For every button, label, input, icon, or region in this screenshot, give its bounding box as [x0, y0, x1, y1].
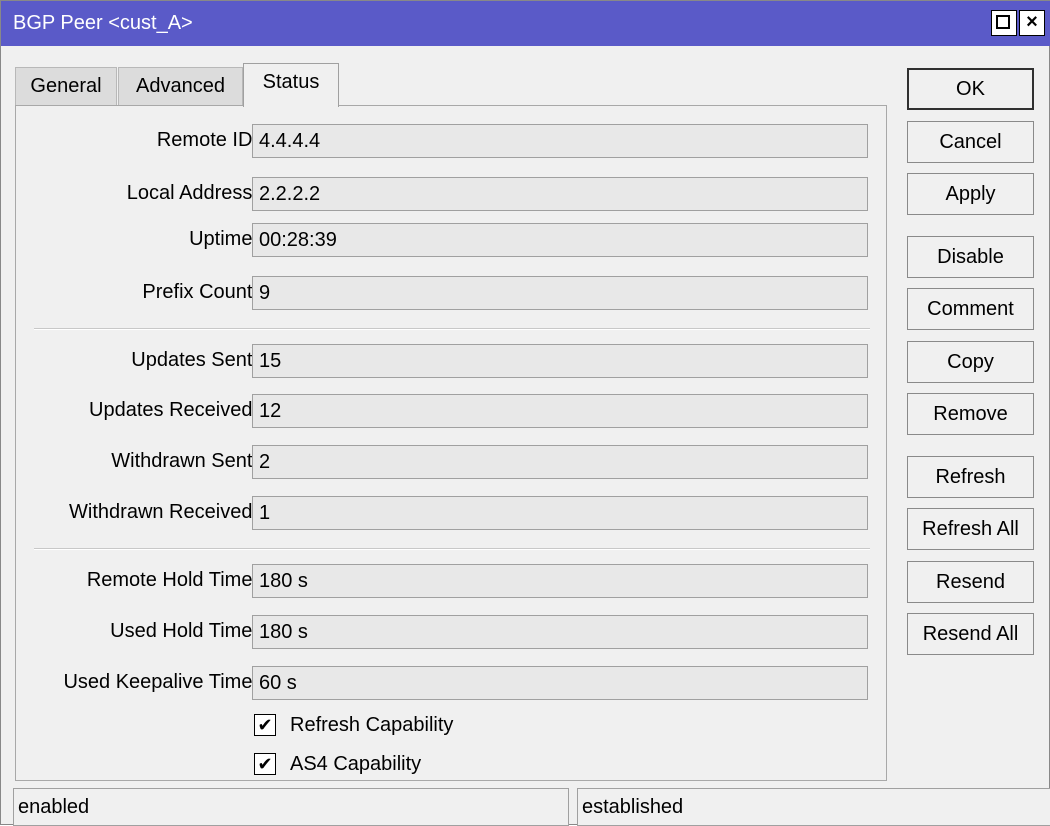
refresh-capability-label: Refresh Capability	[290, 714, 454, 736]
status-established: established	[577, 788, 1050, 826]
bgp-peer-window: BGP Peer <cust_A> × General Advanced Sta…	[0, 0, 1050, 826]
section-divider	[34, 328, 870, 330]
uptime-row: Uptime: 00:28:39	[16, 223, 888, 257]
refresh-capability-checkbox[interactable]: ✔	[254, 714, 276, 736]
used-hold-time-row: Used Hold Time: 180 s	[16, 615, 888, 649]
remote-id-field[interactable]: 4.4.4.4	[252, 124, 868, 158]
updates-received-row: Updates Received: 12	[16, 394, 888, 428]
apply-button[interactable]: Apply	[907, 173, 1034, 215]
withdrawn-sent-row: Withdrawn Sent: 2	[16, 445, 888, 479]
uptime-field[interactable]: 00:28:39	[252, 223, 868, 257]
as4-capability-checkbox[interactable]: ✔	[254, 753, 276, 775]
cancel-button[interactable]: Cancel	[907, 121, 1034, 163]
prefix-count-label: Prefix Count:	[142, 281, 258, 303]
remove-button[interactable]: Remove	[907, 393, 1034, 435]
disable-button[interactable]: Disable	[907, 236, 1034, 278]
close-icon[interactable]: ×	[1019, 10, 1045, 36]
withdrawn-received-row: Withdrawn Received: 1	[16, 496, 888, 530]
remote-id-row: Remote ID: 4.4.4.4	[16, 124, 888, 158]
withdrawn-received-field[interactable]: 1	[252, 496, 868, 530]
resend-button[interactable]: Resend	[907, 561, 1034, 603]
copy-button[interactable]: Copy	[907, 341, 1034, 383]
prefix-count-field[interactable]: 9	[252, 276, 868, 310]
remote-hold-time-label: Remote Hold Time:	[86, 569, 258, 591]
updates-received-label: Updates Received:	[89, 399, 258, 421]
local-address-field[interactable]: 2.2.2.2	[252, 177, 868, 211]
used-keepalive-time-field[interactable]: 60 s	[252, 666, 868, 700]
remote-hold-time-row: Remote Hold Time: 180 s	[16, 564, 888, 598]
used-keepalive-time-row: Used Keepalive Time: 60 s	[16, 666, 888, 700]
window-title: BGP Peer <cust_A>	[13, 12, 193, 34]
withdrawn-sent-label: Withdrawn Sent:	[111, 450, 258, 472]
refresh-button[interactable]: Refresh	[907, 456, 1034, 498]
as4-capability-label: AS4 Capability	[290, 753, 422, 775]
status-enabled: enabled	[13, 788, 569, 826]
status-panel: Remote ID: 4.4.4.4 Local Address: 2.2.2.…	[15, 105, 887, 781]
updates-received-field[interactable]: 12	[252, 394, 868, 428]
remote-hold-time-field[interactable]: 180 s	[252, 564, 868, 598]
used-keepalive-time-label: Used Keepalive Time:	[63, 671, 258, 693]
title-bar[interactable]: BGP Peer <cust_A> ×	[1, 1, 1050, 46]
updates-sent-label: Updates Sent:	[131, 349, 258, 371]
withdrawn-received-label: Withdrawn Received:	[69, 501, 258, 523]
uptime-label: Uptime:	[189, 228, 258, 250]
prefix-count-row: Prefix Count: 9	[16, 276, 888, 310]
updates-sent-row: Updates Sent: 15	[16, 344, 888, 378]
local-address-row: Local Address: 2.2.2.2	[16, 177, 888, 211]
tab-general[interactable]: General	[15, 67, 117, 105]
tab-status[interactable]: Status	[243, 63, 339, 107]
refresh-all-button[interactable]: Refresh All	[907, 508, 1034, 550]
section-divider	[34, 548, 870, 550]
tab-advanced[interactable]: Advanced	[118, 67, 243, 105]
resend-all-button[interactable]: Resend All	[907, 613, 1034, 655]
used-hold-time-field[interactable]: 180 s	[252, 615, 868, 649]
maximize-icon[interactable]	[991, 10, 1017, 36]
withdrawn-sent-field[interactable]: 2	[252, 445, 868, 479]
used-hold-time-label: Used Hold Time:	[110, 620, 258, 642]
updates-sent-field[interactable]: 15	[252, 344, 868, 378]
comment-button[interactable]: Comment	[907, 288, 1034, 330]
remote-id-label: Remote ID:	[156, 129, 258, 151]
local-address-label: Local Address:	[126, 182, 258, 204]
ok-button[interactable]: OK	[907, 68, 1034, 110]
